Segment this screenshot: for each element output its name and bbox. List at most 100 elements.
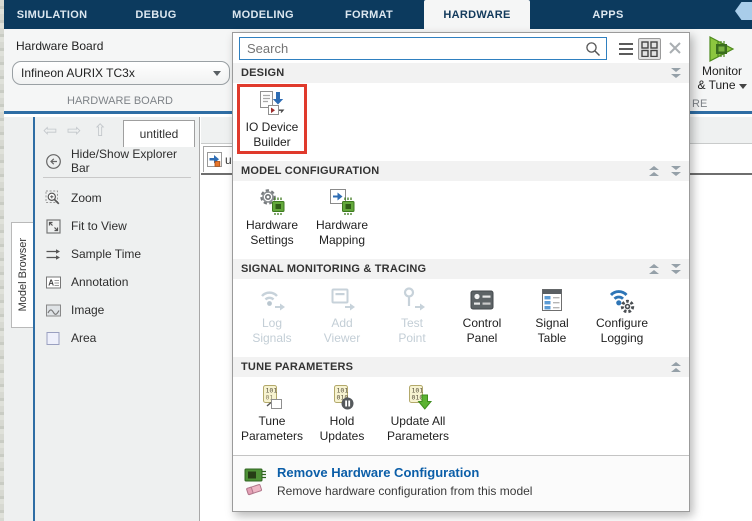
gallery-section-header: SIGNAL MONITORING & TRACING [233,259,689,279]
tune-parameters-icon: 101 01 [256,382,288,414]
gallery-item-configure-logging[interactable]: ConfigureLogging [589,282,655,346]
gallery-item-hardware-settings[interactable]: HardwareSettings [239,184,305,248]
gallery-item-label: Update All [379,414,457,429]
gallery-item-hold-updates[interactable]: 101 010 HoldUpdates [309,380,375,444]
ribbon-tab-hardware[interactable]: HARDWARE [424,0,530,29]
hold-updates-icon: 101 010 [326,382,358,414]
remove-hardware-configuration-link[interactable]: Remove Hardware Configuration [277,465,479,480]
explorer-item-fit-to-view[interactable]: Fit to View [35,212,199,240]
explorer-separator [43,177,191,178]
log-signals-icon [256,284,288,316]
ribbon-tab-bar: SIMULATIONDEBUGMODELINGFORMATHARDWARE APP… [4,0,752,29]
explorer-item-zoom[interactable]: Zoom [35,184,199,212]
model-browser-tab[interactable]: Model Browser [11,222,33,328]
collapse-section-icon[interactable] [671,166,681,176]
gallery-item-label: Hold [309,414,375,429]
gallery-section-title: DESIGN [241,67,659,79]
ribbon-tab-format[interactable]: FORMAT [314,0,424,29]
sample-time-icon [45,246,62,263]
monitor-tune-icon [707,35,737,63]
gallery-item-log-signals: LogSignals [239,282,305,346]
zoom-icon [45,190,62,207]
gallery-item-label: Add [309,316,375,331]
gallery-item-tune-parameters[interactable]: 101 01 TuneParameters [239,380,305,444]
gallery-item-label: Configure [589,316,655,331]
explorer-item-label: Annotation [71,275,128,289]
grid-view-button[interactable] [638,38,661,60]
explorer-item-sample-time[interactable]: Sample Time [35,240,199,268]
gallery-item-label: Hardware [239,218,305,233]
up-arrow-icon[interactable]: ⇧ [93,121,107,141]
explorer-item-area[interactable]: Area [35,324,199,352]
monitor-tune-label: Monitor & Tune [692,64,752,92]
explorer-item-label: Area [71,331,96,345]
gallery-footer: Remove Hardware Configuration Remove har… [233,455,689,511]
gallery-section-body: HardwareSettings HardwareMapping [233,181,689,259]
hide-show-explorer-icon [45,153,62,170]
expand-section-icon[interactable] [649,264,659,274]
explorer-item-label: Zoom [71,191,102,205]
explorer-item-label: Hide/Show Explorer Bar [71,147,199,175]
svg-text:A: A [48,278,54,287]
gallery-item-control-panel[interactable]: ControlPanel [449,282,515,346]
explorer-tab-untitled[interactable]: untitled [123,120,195,147]
gallery-item-label: Parameters [239,429,305,444]
hardware-board-value: Infineon AURIX TC3x [21,66,213,80]
back-arrow-icon[interactable]: ⇦ [43,121,57,141]
ribbon-tab-debug[interactable]: DEBUG [100,0,212,29]
gallery-item-label: Test [379,316,445,331]
gallery-item-label: Signal [519,316,585,331]
ribbon-tab-modeling[interactable]: MODELING [212,0,314,29]
remove-hardware-icon [243,466,271,496]
gallery-item-label: Table [519,331,585,346]
gallery-item-label: Parameters [379,429,457,444]
gallery-search-input[interactable] [239,37,607,60]
gallery-item-label: Viewer [309,331,375,346]
expand-section-icon[interactable] [649,166,659,176]
remove-hardware-configuration-description: Remove hardware configuration from this … [277,484,532,498]
collapse-section-icon[interactable] [671,68,681,78]
hardware-board-select[interactable]: Infineon AURIX TC3x [12,61,230,85]
hardware-mapping-icon [326,186,358,218]
hardware-board-label: Hardware Board [16,39,103,53]
gallery-section-design: DESIGN IO DeviceBuilder [233,63,689,161]
gallery-section-body: LogSignals AddViewer TestPoint ControlPa… [233,279,689,357]
gallery-section-header: DESIGN [233,63,689,83]
gallery-section-title: TUNE PARAMETERS [241,361,659,373]
gallery-item-label: Log [239,316,305,331]
gallery-item-signal-table[interactable]: SignalTable [519,282,585,346]
gallery-item-label: Hardware [309,218,375,233]
hardware-settings-icon [256,186,288,218]
gallery-item-label: Updates [309,429,375,444]
explorer-item-hide-show-explorer-bar[interactable]: Hide/Show Explorer Bar [35,147,199,175]
gallery-item-label: Signals [239,331,305,346]
explorer-item-annotation[interactable]: A Annotation [35,268,199,296]
gallery-item-io-device-builder[interactable]: IO DeviceBuilder [239,86,305,152]
gallery-section-model-configuration: MODEL CONFIGURATION HardwareSettings Har… [233,161,689,259]
gallery-item-label: IO Device [239,120,305,135]
explorer-item-image[interactable]: Image [35,296,199,324]
gallery-item-label: Control [449,316,515,331]
chevron-down-icon [213,71,221,76]
gallery-item-label: Builder [239,135,305,150]
list-view-button[interactable] [616,39,636,59]
area-icon [45,330,62,347]
expand-section-icon[interactable] [671,362,681,372]
gallery-item-hardware-mapping[interactable]: HardwareMapping [309,184,375,248]
add-viewer-icon [326,284,358,316]
collapse-section-icon[interactable] [671,264,681,274]
close-icon[interactable] [667,40,683,56]
ribbon-tab-simulation[interactable]: SIMULATION [4,0,100,29]
test-point-icon [396,284,428,316]
ribbon-tab-apps[interactable]: APPS [548,0,668,29]
forward-arrow-icon[interactable]: ⇨ [67,121,81,141]
search-icon [585,41,601,57]
explorer-item-label: Fit to View [71,219,127,233]
gallery-item-label: Tune [239,414,305,429]
gallery-search-row [233,33,689,63]
annotation-icon: A [45,274,62,291]
gallery-section-header: TUNE PARAMETERS [233,357,689,377]
gallery-section-title: MODEL CONFIGURATION [241,165,637,177]
hardware-group-label-partial: RE [692,98,707,110]
gallery-item-update-all-parameters[interactable]: 101 010 Update AllParameters [379,380,457,444]
